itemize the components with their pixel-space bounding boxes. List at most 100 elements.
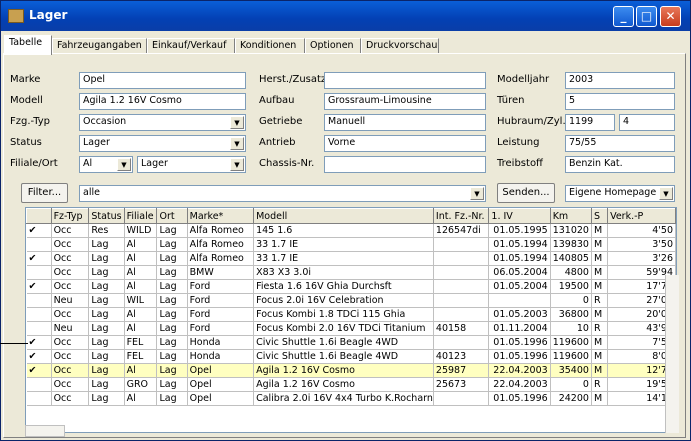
table-row[interactable]: ✔ Occ Res WILD Lag Alfa Romeo 145 1.6 126547di 0… [26, 223, 676, 238]
chevron-down-icon[interactable]: ▼ [117, 158, 131, 171]
fzg-typ-select[interactable]: Occasion ▼ [79, 114, 246, 131]
leistung-input[interactable]: 75/55 [565, 135, 675, 152]
table-row[interactable]: Occ Lag Al Lag Ford Focus Kombi 1.8 TDCi 115 … [26, 307, 676, 322]
table-row[interactable]: Occ Lag Al Lag Opel Calibra 2.0i 16V 4x4 Turb… [26, 391, 676, 406]
table-cell: Al [124, 251, 158, 266]
column-header[interactable]: Verk.-P [607, 208, 676, 224]
table-cell: Lag [88, 279, 125, 294]
column-header[interactable]: Int. Fz.-Nr. [432, 208, 490, 224]
row-check-cell [26, 377, 52, 392]
table-row[interactable]: ✔ Occ Lag FEL Lag Honda Civic Shuttle 1.6i Bea… [26, 335, 676, 350]
column-header[interactable] [26, 208, 52, 224]
table-cell: Fiesta 1.6 16V Ghia Durchsft [253, 279, 434, 294]
table-row[interactable]: Neu Lag Al Lag Ford Focus Kombi 2.0 16V TDCi … [26, 321, 676, 336]
tueren-input[interactable]: 5 [565, 93, 675, 110]
table-cell: Alfa Romeo [187, 237, 255, 252]
tab-optionen[interactable]: Optionen [305, 38, 361, 54]
vehicle-table[interactable]: Fz-Typ Status Filiale Ort Marke* Modell Int. F… [25, 207, 677, 433]
ort-select[interactable]: Lager ▼ [137, 156, 246, 173]
table-cell: Lag [156, 307, 188, 322]
table-row[interactable]: ✔ Occ Lag Al Lag Alfa Romeo 33 1.7 IE 01.05.199… [26, 251, 676, 266]
column-header[interactable]: Filiale [123, 208, 158, 224]
filter-select[interactable]: alle ▼ [79, 185, 486, 202]
table-cell: M [591, 363, 609, 378]
horizontal-scrollbar[interactable] [25, 425, 65, 437]
chevron-down-icon[interactable]: ▼ [470, 187, 484, 200]
table-row[interactable]: ✔ Occ Lag Al Lag Ford Fiesta 1.6 16V Ghia Durc… [26, 279, 676, 294]
table-cell: Lag [156, 349, 188, 364]
senden-button[interactable]: Senden... [497, 183, 555, 203]
table-row[interactable]: ✔ Occ Lag FEL Lag Honda Civic Shuttle 1.6i Bea… [26, 349, 676, 364]
table-cell: Lag [88, 237, 125, 252]
tab-druckvorschau[interactable]: Druckvorschau [361, 38, 439, 54]
table-cell: Lag [88, 307, 125, 322]
row-check-cell: ✔ [26, 349, 52, 364]
table-cell: Occ [51, 237, 90, 252]
vehicle-grid: Fz-Typ Status Filiale Ort Marke* Modell Int. F… [26, 208, 676, 406]
table-cell: M [591, 265, 609, 280]
minimize-button[interactable]: _ [613, 6, 634, 27]
column-header[interactable]: Km [549, 208, 592, 224]
column-header[interactable]: Modell [253, 208, 434, 224]
chevron-down-icon[interactable]: ▼ [230, 158, 244, 171]
tab-tabelle[interactable]: Tabelle [4, 35, 52, 55]
homepage-select[interactable]: Eigene Homepage ▼ [565, 185, 675, 202]
table-cell: Focus 2.0i 16V Celebration [253, 293, 434, 308]
vertical-scrollbar[interactable] [665, 275, 679, 433]
table-row[interactable]: Occ Lag Al Lag Alfa Romeo 33 1.7 IE 01.05.1994… [26, 237, 676, 252]
status-select[interactable]: Lager ▼ [79, 135, 246, 152]
table-row[interactable]: Occ Lag Al Lag BMW X83 X3 3.0i 06.05.2004 4800 M… [26, 265, 676, 280]
filiale-select[interactable]: Al ▼ [79, 156, 133, 173]
antrieb-input[interactable]: Vorne [324, 135, 486, 152]
table-row[interactable]: Occ Lag GRO Lag Opel Agila 1.2 16V Cosmo 25673… [26, 377, 676, 392]
herst-zusatz-input[interactable] [324, 72, 486, 89]
table-cell: Lag [156, 293, 188, 308]
tab-einkauf-verkauf[interactable]: Einkauf/Verkauf [147, 38, 235, 54]
chevron-down-icon[interactable]: ▼ [659, 187, 673, 200]
table-cell: Al [124, 321, 158, 336]
chevron-down-icon[interactable]: ▼ [230, 116, 244, 129]
filter-value: alle [83, 187, 100, 198]
table-cell: 01.05.2004 [488, 279, 551, 294]
app-icon [8, 9, 24, 23]
row-check-cell [26, 307, 52, 322]
treibstoff-input[interactable]: Benzin Kat. [565, 156, 675, 173]
table-cell: Lag [156, 237, 188, 252]
chevron-down-icon[interactable]: ▼ [230, 137, 244, 150]
table-cell: R [591, 377, 609, 392]
aufbau-input[interactable]: Grossraum-Limousine [324, 93, 486, 110]
zylinder-input[interactable]: 4 [619, 114, 675, 131]
table-cell: Al [124, 363, 158, 378]
modell-input[interactable]: Agila 1.2 16V Cosmo [79, 93, 246, 110]
filter-button[interactable]: Filter... [21, 183, 68, 203]
modelljahr-input[interactable]: 2003 [565, 72, 675, 89]
column-header[interactable]: Marke* [186, 208, 255, 224]
title-bar[interactable]: Lager _ □ ✕ [1, 1, 690, 31]
row-check-cell [26, 391, 52, 406]
hubraum-input[interactable]: 1199 [565, 114, 615, 131]
table-cell: Lag [88, 321, 125, 336]
column-header[interactable]: Status [88, 208, 125, 224]
table-cell: GRO [124, 377, 158, 392]
table-cell: 139830 [550, 237, 592, 252]
table-cell: Occ [51, 363, 90, 378]
close-button[interactable]: ✕ [660, 6, 681, 27]
maximize-button[interactable]: □ [636, 6, 657, 27]
getriebe-input[interactable]: Manuell [324, 114, 486, 131]
chassis-input[interactable] [324, 156, 486, 173]
marke-input[interactable]: Opel [79, 72, 246, 89]
table-cell: Honda [187, 349, 255, 364]
column-header[interactable]: S [590, 208, 609, 224]
table-cell: Lag [156, 377, 188, 392]
table-cell: 35400 [550, 363, 592, 378]
column-header[interactable]: Ort [156, 208, 188, 224]
table-row[interactable]: ✔ Occ Lag Al Lag Opel Agila 1.2 16V Cosmo 25987… [26, 363, 676, 378]
column-header[interactable]: Fz-Typ [50, 208, 90, 224]
tab-fahrzeugangaben[interactable]: Fahrzeugangaben [52, 38, 147, 54]
table-cell: 140805 [550, 251, 592, 266]
table-cell: 3'26 [607, 251, 676, 266]
column-header[interactable]: 1. IV [488, 208, 551, 224]
tab-konditionen[interactable]: Konditionen [235, 38, 305, 54]
table-row[interactable]: Neu Lag WIL Lag Ford Focus 2.0i 16V Celebrati… [26, 293, 676, 308]
table-cell: M [591, 251, 609, 266]
